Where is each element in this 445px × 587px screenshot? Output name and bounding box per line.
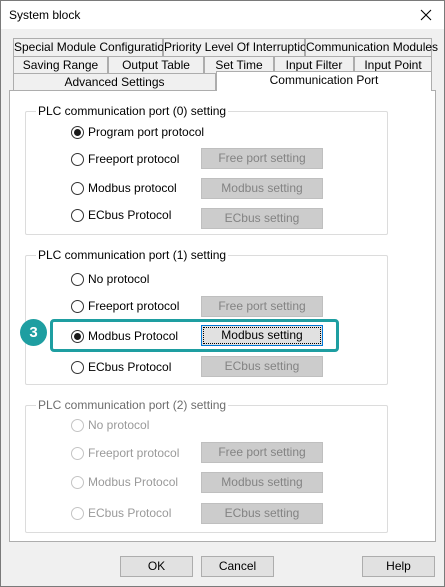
port2-radio-ecbus[interactable]: ECbus Protocol [71, 506, 171, 520]
port2-title: PLC communication port (2) setting [36, 398, 229, 412]
port0-radio-ecbus[interactable]: ECbus Protocol [71, 208, 171, 222]
tab-special-module-configuration[interactable]: Special Module Configuration [13, 38, 171, 56]
port1-ecbus-setting-button[interactable]: ECbus setting [201, 356, 323, 377]
port2-radio-no-protocol[interactable]: No protocol [71, 418, 149, 432]
system-block-window: System block Special Module Configuratio… [0, 0, 445, 587]
port0-free-port-setting-button[interactable]: Free port setting [201, 148, 323, 169]
radio-unchecked-icon [71, 446, 84, 460]
radio-unchecked-icon [71, 181, 84, 195]
ok-button[interactable]: OK [120, 556, 193, 577]
radio-unchecked-icon [71, 475, 84, 489]
radio-unchecked-icon [71, 360, 84, 374]
radio-unchecked-icon [71, 418, 84, 432]
tab-output-table[interactable]: Output Table [108, 56, 204, 74]
port0-ecbus-setting-button[interactable]: ECbus setting [201, 208, 323, 229]
port2-radio-modbus[interactable]: Modbus Protocol [71, 475, 178, 489]
port2-ecbus-setting-button[interactable]: ECbus setting [201, 503, 323, 524]
tab-communication-port[interactable]: Communication Port [216, 71, 432, 91]
port1-radio-no-protocol[interactable]: No protocol [71, 272, 149, 286]
port1-free-port-setting-button[interactable]: Free port setting [201, 296, 323, 317]
focus-rect [203, 327, 321, 344]
radio-unchecked-icon [71, 272, 84, 286]
radio-unchecked-icon [71, 152, 84, 166]
port2-radio-freeport[interactable]: Freeport protocol [71, 446, 179, 460]
port1-modbus-setting-button[interactable]: Modbus setting [201, 325, 323, 346]
radio-unchecked-icon [71, 299, 84, 313]
cancel-button[interactable]: Cancel [201, 556, 274, 577]
radio-checked-icon [71, 329, 84, 343]
port0-radio-modbus[interactable]: Modbus protocol [71, 181, 177, 195]
port1-radio-ecbus[interactable]: ECbus Protocol [71, 360, 171, 374]
radio-unchecked-icon [71, 506, 84, 520]
port1-radio-freeport[interactable]: Freeport protocol [71, 299, 179, 313]
radio-checked-icon [71, 125, 84, 139]
port2-modbus-setting-button[interactable]: Modbus setting [201, 472, 323, 493]
tab-communication-modules[interactable]: Communication Modules [305, 38, 438, 56]
port0-radio-freeport[interactable]: Freeport protocol [71, 152, 179, 166]
port2-free-port-setting-button[interactable]: Free port setting [201, 442, 323, 463]
port0-title: PLC communication port (0) setting [36, 104, 229, 118]
tab-saving-range[interactable]: Saving Range [13, 56, 108, 74]
tab-priority-level-of-interruption[interactable]: Priority Level Of Interruption [163, 38, 313, 56]
tab-advanced-settings[interactable]: Advanced Settings [13, 73, 216, 91]
port0-radio-program-port[interactable]: Program port protocol [71, 125, 204, 139]
port1-radio-modbus[interactable]: Modbus Protocol [71, 329, 178, 343]
close-icon [420, 9, 432, 21]
window-title: System block [9, 8, 81, 22]
step-number-badge: 3 [20, 319, 47, 346]
close-button[interactable] [412, 3, 440, 27]
port0-modbus-setting-button[interactable]: Modbus setting [201, 178, 323, 199]
help-button[interactable]: Help [362, 556, 435, 577]
port1-title: PLC communication port (1) setting [36, 248, 229, 262]
radio-unchecked-icon [71, 208, 84, 222]
title-bar: System block [1, 1, 444, 29]
